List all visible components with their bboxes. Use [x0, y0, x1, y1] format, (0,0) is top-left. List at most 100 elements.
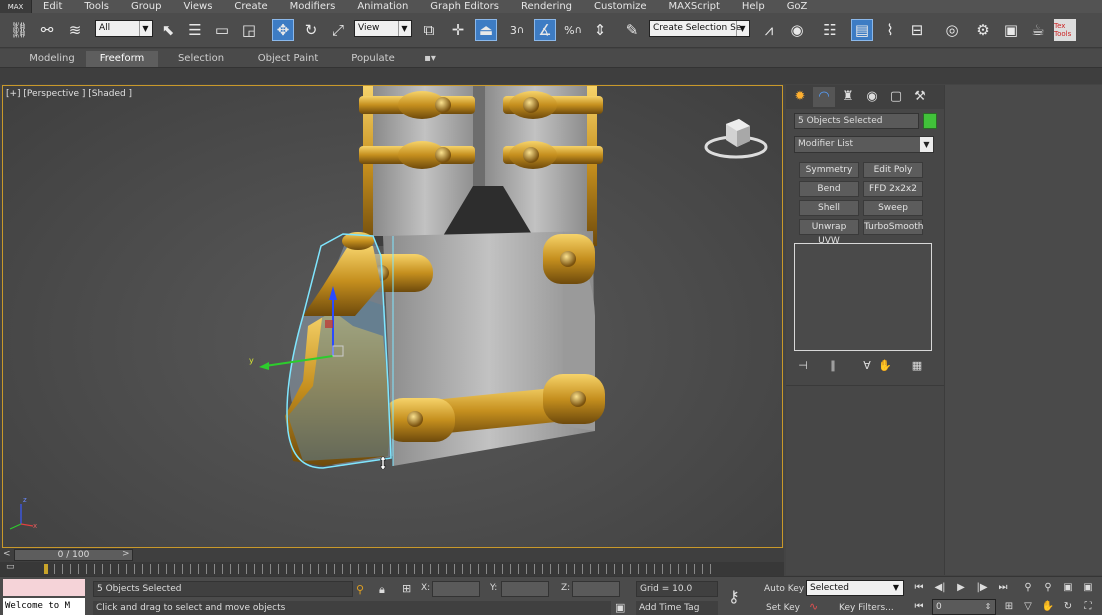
select-scale-icon[interactable]: ⤢ [327, 19, 349, 41]
bend-button[interactable]: Bend [799, 181, 859, 197]
prev-frame-button[interactable]: < [3, 549, 13, 561]
render-teapot-icon[interactable]: ☕ [1027, 19, 1049, 41]
time-slider[interactable]: < 0 / 100 > [0, 548, 784, 562]
menu-modifiers[interactable]: Modifiers [279, 0, 347, 13]
go-to-end-icon[interactable]: ⏭ [995, 580, 1011, 596]
schematic-view-icon[interactable]: ⊟ [906, 19, 928, 41]
current-frame-field[interactable]: 0 ⇕ [932, 599, 996, 615]
menu-group[interactable]: Group [120, 0, 172, 13]
menu-tools[interactable]: Tools [73, 0, 120, 13]
menu-graph-editors[interactable]: Graph Editors [419, 0, 510, 13]
configure-sets-icon[interactable]: ▦ [908, 357, 926, 375]
play-icon[interactable]: ▶ [953, 580, 969, 596]
y-coord-field[interactable] [501, 581, 549, 597]
render-frame-icon[interactable]: ▣ [1000, 19, 1022, 41]
x-coord-field[interactable] [432, 581, 480, 597]
display-icon[interactable]: ▢ [885, 87, 907, 107]
isolate-icon[interactable]: ⚲ [356, 583, 364, 596]
zoom-all-icon[interactable]: ⚲ [1040, 580, 1056, 596]
menu-customize[interactable]: Customize [583, 0, 658, 13]
set-key-button[interactable]: Set Key [766, 600, 800, 615]
absolute-mode-icon[interactable]: ⊞ [402, 582, 411, 595]
menu-create[interactable]: Create [223, 0, 278, 13]
object-color-swatch[interactable] [923, 113, 937, 129]
go-to-start-icon[interactable]: ⏮ [911, 580, 927, 596]
minicurve-icon[interactable]: ▭ [6, 562, 15, 572]
tab-modeling[interactable]: Modeling [19, 51, 85, 67]
z-coord-field[interactable] [572, 581, 620, 597]
edit-poly-button[interactable]: Edit Poly [863, 162, 923, 178]
next-frame-icon[interactable]: |▶ [974, 580, 990, 596]
menu-maxscript[interactable]: MAXScript [658, 0, 731, 13]
select-move-icon[interactable]: ✥ [272, 19, 294, 41]
key-mode-toggle-icon[interactable]: ⏮ [911, 599, 927, 615]
modify-icon[interactable]: ◠ [813, 87, 835, 107]
lock-icon[interactable]: 🔒︎ [379, 583, 385, 597]
render-setup-icon[interactable]: ⚙ [972, 19, 994, 41]
texture-tools-icon[interactable]: Tex Tools [1054, 19, 1076, 41]
unwrap-uvw-button[interactable]: Unwrap UVW [799, 219, 859, 246]
motion-icon[interactable]: ◉ [861, 87, 883, 107]
utilities-icon[interactable]: ⚒ [909, 87, 931, 107]
rect-selection-icon[interactable]: ▭ [211, 19, 233, 41]
perspective-viewport[interactable]: [+] [Perspective ] [Shaded ] y z x [2, 85, 783, 548]
symmetry-button[interactable]: Symmetry [799, 162, 859, 178]
tab-freeform[interactable]: Freeform [86, 51, 158, 67]
key-mode-dropdown[interactable]: Selected ▼ [806, 580, 904, 596]
zoom-extents-icon[interactable]: ▣ [1060, 580, 1076, 596]
manipulate-icon[interactable]: ✛ [447, 19, 469, 41]
field-of-view-icon[interactable]: ▽ [1020, 599, 1036, 615]
menu-rendering[interactable]: Rendering [510, 0, 583, 13]
edit-named-selection-icon[interactable]: ✎ [621, 19, 643, 41]
ribbon-toggle-icon[interactable]: ▤ [851, 19, 873, 41]
auto-key-button[interactable]: Auto Key [764, 581, 804, 597]
sweep-button[interactable]: Sweep [863, 200, 923, 216]
create-icon[interactable]: ✹ [789, 87, 811, 107]
select-rotate-icon[interactable]: ↻ [300, 19, 322, 41]
menu-animation[interactable]: Animation [346, 0, 419, 13]
tab-object-paint[interactable]: Object Paint [244, 51, 332, 67]
link-icon[interactable]: ⛓ [8, 19, 30, 41]
zoom-extents-all-icon[interactable]: ▣ [1080, 580, 1096, 596]
keyboard-shortcut-icon[interactable]: ⏏ [475, 19, 497, 41]
show-end-result-icon[interactable]: ∥ [824, 357, 842, 375]
selection-filter-dropdown[interactable]: All ▼ [95, 20, 153, 37]
align-icon[interactable]: ◉ [786, 19, 808, 41]
maxscript-listener-input[interactable]: Welcome to M [3, 598, 85, 615]
menu-edit[interactable]: Edit [32, 0, 73, 13]
mirror-icon[interactable]: ⩘ [758, 19, 780, 41]
time-config-icon[interactable]: ⊞ [1001, 599, 1017, 615]
curve-editor-icon[interactable]: ⌇ [879, 19, 901, 41]
spinner-snap-icon[interactable]: ⇕ [589, 19, 611, 41]
turbosmooth-button[interactable]: TurboSmooth [863, 219, 923, 235]
hierarchy-icon[interactable]: ♜ [837, 87, 859, 107]
shell-button[interactable]: Shell [799, 200, 859, 216]
key-icon[interactable]: ⚷ [728, 587, 740, 606]
modifier-list-dropdown[interactable]: Modifier List ▼ [794, 136, 934, 153]
bind-spacewarp-icon[interactable]: ≋ [64, 19, 86, 41]
menu-views[interactable]: Views [172, 0, 223, 13]
previous-frame-icon[interactable]: ◀| [932, 580, 948, 596]
percent-snap-icon[interactable]: % ∩ [562, 19, 584, 41]
viewcube[interactable] [718, 111, 768, 151]
curve-icon[interactable]: ∿ [809, 600, 818, 613]
maximize-viewport-icon[interactable]: ⛶ [1080, 599, 1096, 615]
menu-goz[interactable]: GoZ [776, 0, 819, 13]
layer-manager-icon[interactable]: ☷ [819, 19, 841, 41]
menu-help[interactable]: Help [731, 0, 776, 13]
angle-snap-icon[interactable]: ∡ [534, 19, 556, 41]
track-bar[interactable]: ▭ [0, 562, 784, 576]
pan-icon[interactable]: ✋ [1040, 599, 1056, 615]
add-time-tag[interactable]: Add Time Tag [636, 601, 718, 615]
ffd-button[interactable]: FFD 2x2x2 [863, 181, 923, 197]
snap-toggle-icon[interactable]: 3 ∩ [506, 19, 528, 41]
time-tag-icon[interactable]: ▣ [615, 601, 625, 614]
modifier-stack[interactable] [794, 243, 932, 351]
app-logo[interactable]: MAX [0, 0, 32, 13]
orbit-icon[interactable]: ↻ [1060, 599, 1076, 615]
key-filters-button[interactable]: Key Filters... [839, 600, 894, 615]
tab-selection[interactable]: Selection [166, 51, 236, 67]
select-object-icon[interactable]: ⬉ [157, 19, 179, 41]
remove-modifier-icon[interactable]: ✋ [876, 357, 894, 375]
viewport-label[interactable]: [+] [Perspective ] [Shaded ] [6, 89, 132, 99]
